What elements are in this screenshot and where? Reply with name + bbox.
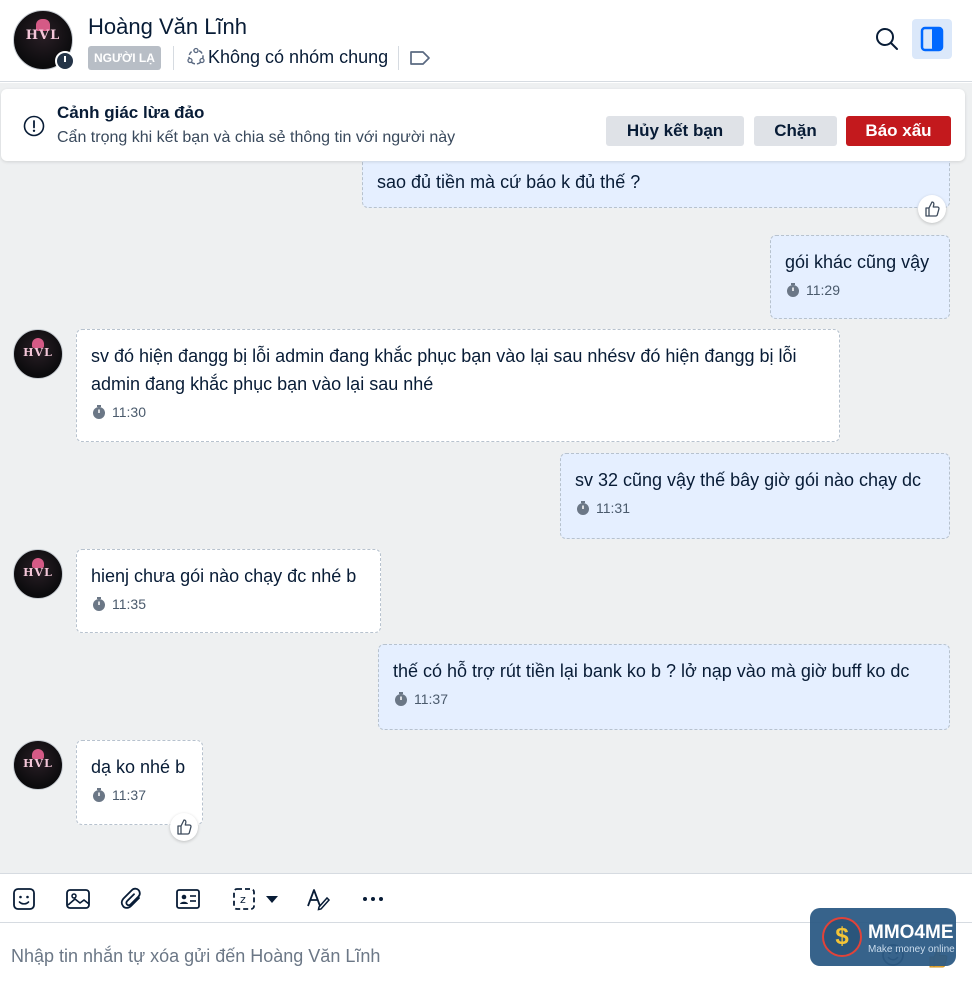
time-label: 11:31 (596, 500, 630, 516)
message-bubble[interactable]: sv 32 cũng vậy thế bây giờ gói nào chạy … (560, 453, 950, 539)
tag-icon[interactable] (409, 49, 431, 67)
thumbs-up-icon (925, 201, 940, 217)
message-bubble[interactable]: gói khác cũng vậy 11:29 (770, 235, 950, 319)
warning-subtitle: Cẩn trọng khi kết bạn và chia sẻ thông t… (57, 129, 456, 146)
watermark-subtitle: Make money online (868, 944, 955, 955)
search-icon[interactable] (872, 24, 902, 54)
contact-name[interactable]: Hoàng Văn Lĩnh (88, 14, 247, 40)
time-label: 11:35 (112, 596, 146, 612)
screenshot-icon[interactable]: z (231, 886, 257, 912)
watermark-title: MMO4ME (868, 922, 954, 943)
divider (398, 46, 399, 70)
contact-card-icon[interactable] (175, 886, 201, 912)
like-reaction-button[interactable] (918, 195, 946, 223)
message-list[interactable]: Cảnh giác lừa đảo Cẩn trọng khi kết bạn … (0, 83, 972, 873)
sender-avatar[interactable]: HVL (13, 740, 63, 790)
message-time: 11:35 (91, 593, 366, 615)
time-label: 11:29 (806, 282, 840, 298)
time-label: 11:37 (414, 691, 448, 707)
message-time: 11:31 (575, 497, 935, 519)
avatar-logo-text: HVL (23, 566, 53, 580)
avatar-logo-text: HVL (23, 346, 53, 360)
chat-header: HVL Hoàng Văn Lĩnh NGƯỜI LẠ Không có nhó… (0, 0, 972, 82)
mmo4me-watermark-logo: $ MMO4ME Make money online (810, 908, 956, 966)
info-icon (23, 115, 45, 137)
message-time: 11:37 (393, 688, 935, 710)
timer-icon (93, 788, 105, 802)
scam-warning-banner: Cảnh giác lừa đảo Cẩn trọng khi kết bạn … (1, 89, 965, 161)
message-input[interactable]: Nhập tin nhắn tự xóa gửi đến Hoàng Văn L… (11, 946, 380, 967)
report-button[interactable]: Báo xấu (846, 116, 951, 146)
like-reaction-button[interactable] (170, 813, 198, 841)
message-time: 11:37 (91, 784, 188, 806)
message-time: 11:29 (785, 279, 935, 301)
message-bubble[interactable]: thế có hỗ trợ rút tiền lại bank ko b ? l… (378, 644, 950, 730)
warning-title: Cảnh giác lừa đảo (57, 103, 205, 122)
unfriend-button[interactable]: Hủy kết bạn (606, 116, 744, 146)
time-label: 11:30 (112, 404, 146, 420)
timer-icon (93, 597, 105, 611)
message-text: dạ ko nhé b (91, 757, 186, 777)
image-icon[interactable] (65, 886, 91, 912)
coin-symbol: $ (835, 923, 849, 950)
sender-avatar[interactable]: HVL (13, 549, 63, 599)
message-text: hienj chưa gói nào chạy đc nhé b (91, 566, 357, 586)
sticker-icon[interactable] (11, 886, 37, 912)
thumbs-up-icon (177, 819, 192, 835)
dollar-coin-icon: $ (822, 917, 862, 957)
message-bubble[interactable]: sv đó hiện đangg bị lỗi admin đang khắc … (76, 329, 840, 442)
text-format-icon[interactable] (305, 886, 331, 912)
attachment-icon[interactable] (119, 886, 145, 912)
time-label: 11:37 (112, 787, 146, 803)
message-text: sv 32 cũng vậy thế bây giờ gói nào chạy … (575, 470, 922, 490)
message-bubble[interactable]: hienj chưa gói nào chạy đc nhé b 11:35 (76, 549, 381, 633)
block-button[interactable]: Chặn (754, 116, 837, 146)
divider (173, 46, 174, 70)
more-icon[interactable] (360, 886, 386, 912)
toggle-sidebar-button[interactable] (912, 19, 952, 59)
sender-avatar[interactable]: HVL (13, 329, 63, 379)
avatar-logo-text: HVL (25, 28, 61, 44)
avatar-logo-text: HVL (23, 757, 53, 771)
timer-icon (787, 283, 799, 297)
message-time: 11:30 (91, 401, 825, 423)
common-groups-label[interactable]: Không có nhóm chung (208, 47, 388, 68)
timer-icon (395, 692, 407, 706)
message-text: sv đó hiện đangg bị lỗi admin đang khắc … (91, 346, 797, 394)
message-text: thế có hỗ trợ rút tiền lại bank ko b ? l… (393, 661, 910, 681)
message-text: gói khác cũng vậy (785, 252, 930, 272)
stranger-badge: NGƯỜI LẠ (88, 46, 161, 70)
sidebar-panel-icon (920, 26, 944, 52)
svg-text:z: z (240, 893, 246, 906)
timer-icon (577, 501, 589, 515)
chevron-down-icon[interactable] (263, 886, 281, 912)
timer-icon (93, 405, 105, 419)
message-text: sao đủ tiền mà cứ báo k đủ thế ? (377, 172, 641, 192)
group-icon (187, 47, 205, 65)
timer-status-icon (55, 51, 75, 71)
